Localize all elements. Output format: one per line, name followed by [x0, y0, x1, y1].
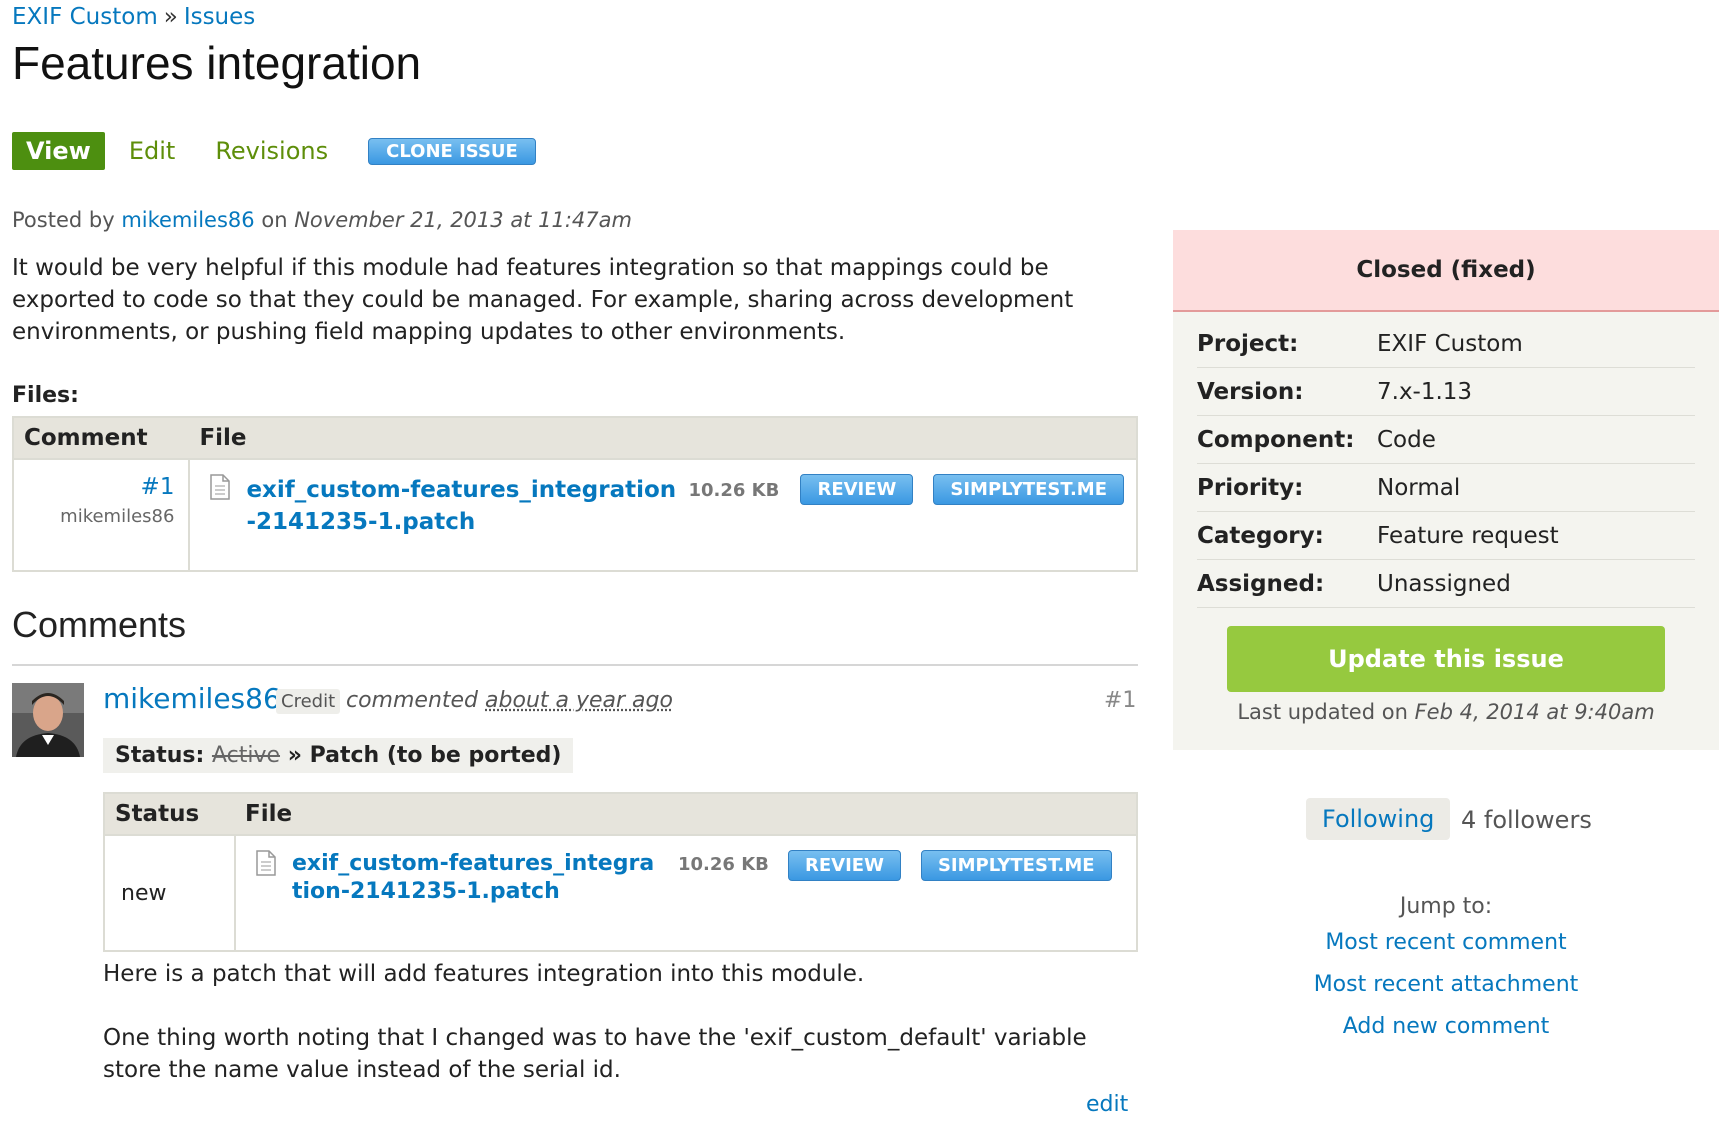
- table-row: #1 mikemiles86 exif_custom-features_inte…: [13, 458, 1137, 571]
- avatar-image: [12, 683, 84, 757]
- status-arrow: »: [287, 743, 302, 768]
- meta-value: Feature request: [1377, 522, 1559, 549]
- comment-permalink[interactable]: #1: [1104, 688, 1136, 713]
- file-size: 10.26 KB: [688, 480, 780, 501]
- meta-key: Category:: [1197, 522, 1324, 549]
- meta-priority: Priority: Normal: [1197, 464, 1695, 512]
- attachment-row: exif_custom-features_integration-2141235…: [256, 850, 1124, 906]
- issue-tabs: View Edit Revisions CLONE ISSUE: [12, 132, 536, 170]
- comment-file-size: 10.26 KB: [678, 854, 769, 875]
- tab-edit[interactable]: Edit: [129, 137, 175, 165]
- file-icon: [256, 850, 276, 876]
- comment-files-header-file: File: [235, 793, 1137, 835]
- comment-text-1: Here is a patch that will add features i…: [103, 961, 865, 987]
- comment-files-header-status: Status: [104, 793, 235, 835]
- attachment-row: exif_custom-features_integration-2141235…: [210, 474, 1124, 538]
- comment-text-2: One thing worth noting that I changed wa…: [103, 1025, 1087, 1083]
- meta-key: Project:: [1197, 330, 1299, 357]
- last-updated: Last updated on Feb 4, 2014 at 9:40am: [1173, 700, 1719, 724]
- followers-count: 4 followers: [1461, 806, 1592, 834]
- meta-version: Version: 7.x-1.13: [1197, 368, 1695, 416]
- status-new: Patch (to be ported): [309, 743, 562, 768]
- jump-to-label: Jump to:: [1399, 894, 1493, 919]
- meta-key: Assigned:: [1197, 570, 1325, 597]
- files-comment-cell: #1 mikemiles86: [13, 458, 191, 571]
- meta-value: 7.x-1.13: [1377, 378, 1473, 405]
- breadcrumb-project-link[interactable]: EXIF Custom: [12, 4, 158, 30]
- comment-author-link[interactable]: mikemiles86: [103, 682, 281, 715]
- files-header-comment: Comment: [13, 417, 190, 459]
- jump-most-recent-attachment[interactable]: Most recent attachment: [1173, 972, 1719, 997]
- following-button[interactable]: Following: [1306, 798, 1451, 840]
- meta-component: Component: Code: [1197, 416, 1695, 464]
- comments-heading: Comments: [12, 604, 187, 645]
- tab-view[interactable]: View: [12, 132, 105, 170]
- page-title: Features integration: [12, 37, 422, 89]
- simplytest-button[interactable]: SIMPLYTEST.ME: [933, 474, 1124, 505]
- files-comment-author: mikemiles86: [60, 506, 175, 527]
- last-updated-date: Feb 4, 2014 at 9:40am: [1414, 700, 1655, 724]
- meta-value: Normal: [1377, 474, 1461, 501]
- clone-issue-button[interactable]: CLONE ISSUE: [368, 137, 536, 165]
- meta-key: Component:: [1197, 426, 1355, 453]
- jump-add-new-comment[interactable]: Add new comment: [1173, 1014, 1719, 1039]
- meta-category: Category: Feature request: [1197, 512, 1695, 560]
- comment-review-button[interactable]: REVIEW: [788, 850, 901, 881]
- meta-key: Version:: [1197, 378, 1304, 405]
- table-row: new exif_custom-features_integration-214…: [104, 834, 1137, 951]
- posted-by-label: Posted by: [12, 208, 115, 232]
- comment-file-cell: exif_custom-features_integration-2141235…: [235, 834, 1137, 951]
- posted-on-label: on: [261, 208, 288, 232]
- last-updated-label: Last updated on: [1237, 700, 1408, 724]
- post-date: November 21, 2013 at 11:47am: [294, 208, 632, 232]
- issue-body: It would be very helpful if this module …: [12, 255, 1074, 345]
- comments-divider: [12, 664, 1138, 666]
- avatar[interactable]: [12, 683, 84, 757]
- comment-simplytest-button[interactable]: SIMPLYTEST.ME: [920, 850, 1112, 881]
- meta-assigned: Assigned: Unassigned: [1197, 560, 1695, 608]
- files-label: Files:: [12, 383, 79, 408]
- post-author-link[interactable]: mikemiles86: [121, 208, 254, 232]
- comment-files-table: Status File new exif_custom-features_int…: [103, 792, 1138, 952]
- files-table: Comment File #1 mikemiles86 exif_custom-…: [12, 416, 1138, 572]
- tab-revisions[interactable]: Revisions: [215, 137, 328, 165]
- status-old: Active: [211, 743, 281, 768]
- issue-sidebar: Closed (fixed) Project: EXIF Custom Vers…: [1173, 230, 1719, 750]
- files-table-header: Comment File: [13, 417, 1137, 459]
- files-file-cell: exif_custom-features_integration-2141235…: [189, 458, 1137, 571]
- comment-edit-link[interactable]: edit: [1086, 1092, 1128, 1117]
- commented-label: commented: [346, 688, 479, 713]
- comment-meta: commented about a year ago: [346, 688, 673, 713]
- status-change: Status: Active » Patch (to be ported): [103, 738, 574, 773]
- review-button[interactable]: REVIEW: [800, 474, 914, 505]
- files-comment-number-link[interactable]: #1: [141, 474, 175, 500]
- comment-file-status: new: [104, 834, 236, 951]
- issue-status-banner: Closed (fixed): [1173, 230, 1719, 312]
- patch-file-link[interactable]: exif_custom-features_integration-2141235…: [246, 474, 676, 538]
- comment-patch-file-link[interactable]: exif_custom-features_integration-2141235…: [292, 850, 662, 906]
- credit-badge[interactable]: Credit: [276, 689, 341, 714]
- jump-most-recent-comment[interactable]: Most recent comment: [1173, 930, 1719, 955]
- posted-by-line: Posted by mikemiles86 on November 21, 20…: [12, 208, 632, 232]
- comment-files-header: Status File: [104, 793, 1137, 835]
- breadcrumb-separator: »: [163, 4, 178, 30]
- breadcrumb-issues-link[interactable]: Issues: [184, 4, 255, 30]
- comment-time-link[interactable]: about a year ago: [485, 688, 673, 713]
- update-issue-button[interactable]: Update this issue: [1227, 626, 1665, 692]
- meta-value: Code: [1377, 426, 1436, 453]
- meta-project: Project: EXIF Custom: [1197, 320, 1695, 368]
- status-change-label: Status:: [115, 743, 205, 768]
- files-header-file: File: [189, 417, 1137, 459]
- breadcrumb: EXIF Custom» Issues: [12, 4, 255, 30]
- meta-value: EXIF Custom: [1377, 330, 1523, 357]
- meta-value: Unassigned: [1377, 570, 1511, 597]
- meta-key: Priority:: [1197, 474, 1304, 501]
- file-icon: [210, 474, 231, 500]
